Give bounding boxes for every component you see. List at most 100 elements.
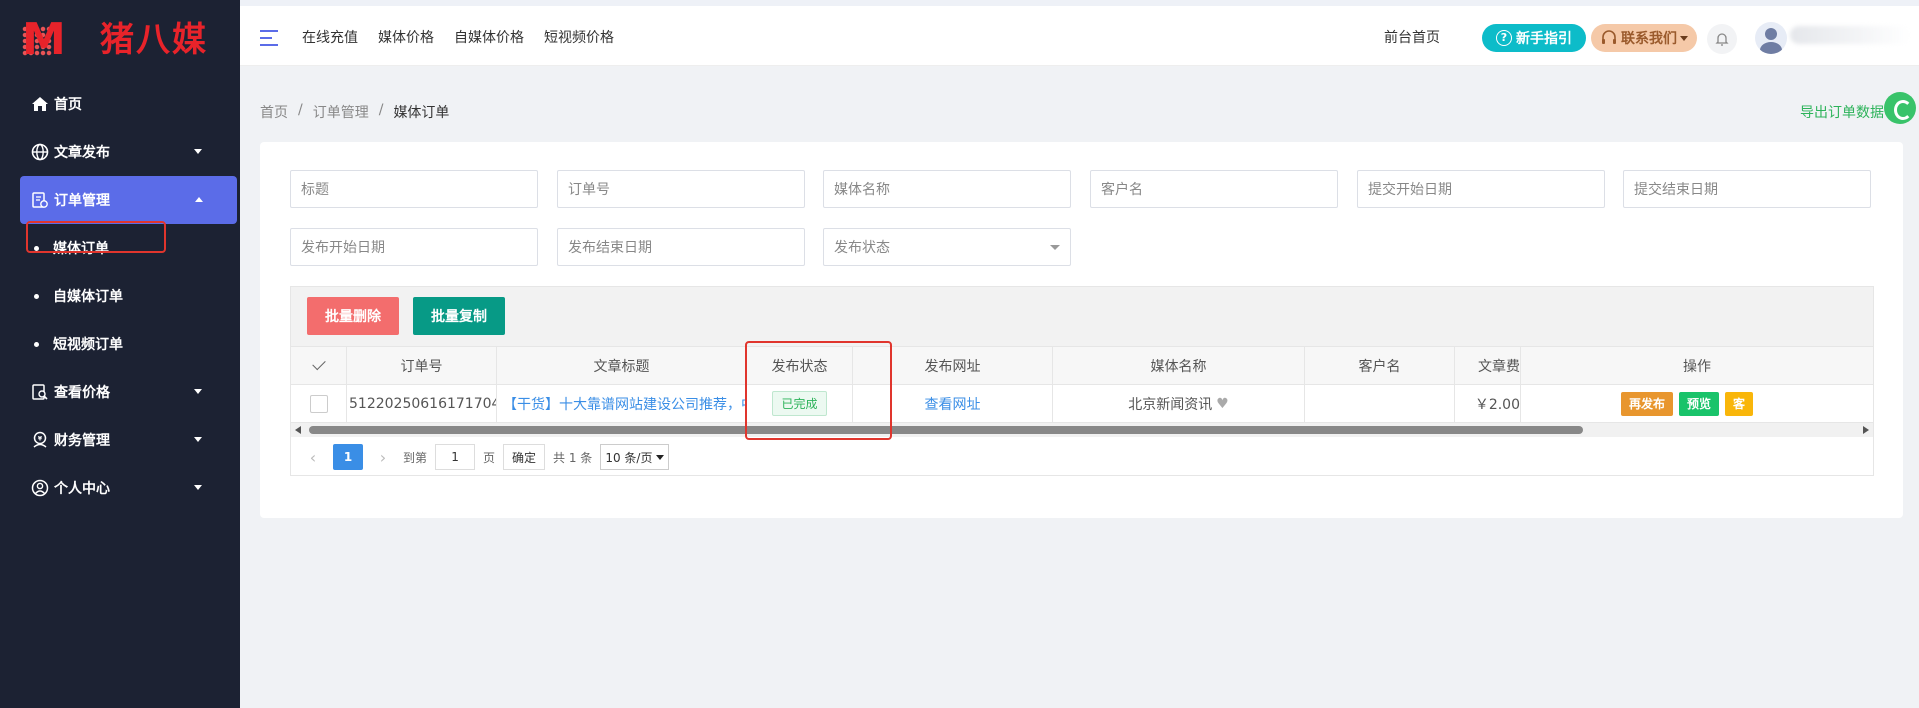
goto-page-input[interactable]: 1 bbox=[435, 444, 476, 470]
publish-start-date-input[interactable]: 发布开始日期 bbox=[290, 228, 538, 266]
title-placeholder: 标题 bbox=[301, 182, 329, 198]
top-nav: 在线充值 媒体价格 自媒体价格 短视频价格 bbox=[302, 27, 614, 47]
sidebar-item-label: 财务管理 bbox=[54, 433, 110, 449]
row-checkbox-cell bbox=[291, 385, 347, 422]
page-size-value: 10 条/页 bbox=[605, 450, 653, 465]
orders-card: 标题 订单号 媒体名称 客户名 提交开始日期 提交结束日期 发布开始日期 发布结… bbox=[260, 142, 1903, 518]
media-name-input[interactable]: 媒体名称 bbox=[823, 170, 1071, 208]
chevron-down-icon bbox=[1050, 245, 1060, 250]
media-name-text: 北京新闻资讯 bbox=[1128, 396, 1213, 413]
row-checkbox[interactable] bbox=[309, 394, 328, 413]
column-header: 客户名 bbox=[1305, 347, 1455, 384]
sidebar-item-label: 订单管理 bbox=[54, 193, 110, 209]
breadcrumb-home[interactable]: 首页 bbox=[260, 102, 288, 122]
sidebar-item-order-management[interactable]: 订单管理 bbox=[20, 176, 237, 224]
contact-button-label: 联系我们 bbox=[1621, 31, 1677, 47]
publish-start-placeholder: 发布开始日期 bbox=[301, 240, 385, 256]
preview-button[interactable]: 预览 bbox=[1679, 391, 1720, 416]
guide-button[interactable]: ? 新手指引 bbox=[1482, 24, 1586, 52]
bell-icon[interactable] bbox=[1707, 24, 1737, 54]
chevron-down-icon bbox=[194, 437, 202, 442]
order-icon bbox=[30, 190, 50, 210]
sidebar-item-view-prices[interactable]: 查看价格 bbox=[20, 368, 236, 416]
table-header: 订单号 文章标题 发布状态 发布网址 媒体名称 客户名 文章费 操作 bbox=[291, 347, 1873, 385]
table-row: 512202506161717042... 【干货】十大靠谱网站建设公司推荐，中… bbox=[291, 385, 1873, 423]
select-all-checkbox[interactable] bbox=[291, 347, 347, 384]
media-name-cell: 北京新闻资讯 ♥ bbox=[1053, 385, 1305, 422]
check-icon bbox=[311, 356, 326, 371]
article-title-link[interactable]: 【干货】十大靠谱网站建设公司推荐，中... bbox=[497, 385, 747, 422]
sidebar-item-label: 自媒体订单 bbox=[53, 289, 123, 305]
top-nav-recharge[interactable]: 在线充值 bbox=[302, 27, 358, 47]
logo-mark: M bbox=[22, 14, 66, 65]
horizontal-scrollbar[interactable] bbox=[291, 423, 1873, 437]
order-no-cell: 512202506161717042... bbox=[347, 385, 497, 422]
question-icon: ? bbox=[1496, 30, 1512, 46]
heart-icon[interactable]: ♥ bbox=[1216, 396, 1229, 412]
assistant-float-icon[interactable] bbox=[1884, 92, 1916, 124]
front-home-link[interactable]: 前台首页 bbox=[1384, 27, 1440, 47]
media-name-placeholder: 媒体名称 bbox=[834, 182, 890, 198]
contact-button[interactable]: 联系我们 bbox=[1591, 24, 1697, 52]
chevron-up-icon bbox=[195, 197, 203, 202]
batch-copy-button[interactable]: 批量复制 bbox=[413, 297, 505, 335]
scroll-left-icon[interactable] bbox=[295, 426, 301, 434]
scrollbar-thumb[interactable] bbox=[309, 426, 1583, 434]
user-icon bbox=[30, 478, 50, 498]
sidebar-subitem-short-video-orders[interactable]: 短视频订单 bbox=[20, 320, 236, 368]
column-header: 文章费 bbox=[1455, 347, 1521, 384]
top-nav-media-price[interactable]: 媒体价格 bbox=[378, 27, 434, 47]
sidebar-item-label: 首页 bbox=[54, 97, 82, 113]
sidebar-item-home[interactable]: 首页 bbox=[20, 80, 236, 128]
table-toolbar: 批量删除 批量复制 bbox=[291, 287, 1873, 347]
page-1-button[interactable]: 1 bbox=[333, 444, 363, 470]
goto-confirm-button[interactable]: 确定 bbox=[503, 444, 546, 470]
batch-delete-button[interactable]: 批量删除 bbox=[307, 297, 399, 335]
logo-text: 猪八媒 bbox=[100, 20, 208, 60]
sidebar-subitem-self-media-orders[interactable]: 自媒体订单 bbox=[20, 272, 236, 320]
page-size-select[interactable]: 10 条/页 bbox=[600, 444, 670, 470]
guide-button-label: 新手指引 bbox=[1516, 31, 1572, 47]
sidebar-item-label: 查看价格 bbox=[54, 385, 110, 401]
pagination: ‹ 1 › 到第 1 页 确定 共 1 条 10 条/页 bbox=[301, 443, 670, 471]
scroll-right-icon[interactable] bbox=[1863, 426, 1869, 434]
column-header: 订单号 bbox=[347, 347, 497, 384]
submit-end-placeholder: 提交结束日期 bbox=[1634, 182, 1718, 198]
customer-placeholder: 客户名 bbox=[1101, 182, 1143, 198]
prev-page-icon[interactable]: ‹ bbox=[301, 445, 325, 469]
logo[interactable]: M 猪八媒 bbox=[0, 0, 240, 80]
globe-icon bbox=[30, 142, 50, 162]
price-search-icon bbox=[30, 382, 50, 402]
home-icon bbox=[30, 94, 50, 114]
sidebar: M 猪八媒 首页 文章发布 订单管理 媒体订单 自媒体订单 短视频订单 查看价格… bbox=[0, 0, 240, 708]
breadcrumb-separator: / bbox=[378, 102, 384, 118]
highlight-box-status-column bbox=[745, 341, 892, 440]
publish-status-select[interactable]: 发布状态 bbox=[823, 228, 1071, 266]
top-nav-short-video-price[interactable]: 短视频价格 bbox=[544, 27, 614, 47]
sidebar-item-finance[interactable]: ¥ 财务管理 bbox=[20, 416, 236, 464]
top-header: 在线充值 媒体价格 自媒体价格 短视频价格 前台首页 ? 新手指引 联系我们 bbox=[240, 0, 1919, 66]
total-count: 共 1 条 bbox=[553, 450, 593, 465]
sidebar-item-profile[interactable]: 个人中心 bbox=[20, 464, 236, 512]
submit-start-date-input[interactable]: 提交开始日期 bbox=[1357, 170, 1605, 208]
breadcrumb-order-management[interactable]: 订单管理 bbox=[313, 102, 369, 122]
column-header: 操作 bbox=[1683, 358, 1711, 375]
submit-start-placeholder: 提交开始日期 bbox=[1368, 182, 1452, 198]
republish-button[interactable]: 再发布 bbox=[1621, 391, 1674, 416]
avatar[interactable] bbox=[1755, 22, 1787, 54]
top-nav-self-media-price[interactable]: 自媒体价格 bbox=[454, 27, 524, 47]
page-unit-label: 页 bbox=[483, 450, 496, 465]
submit-end-date-input[interactable]: 提交结束日期 bbox=[1623, 170, 1871, 208]
sidebar-item-article-publish[interactable]: 文章发布 bbox=[20, 128, 236, 176]
next-page-icon[interactable]: › bbox=[371, 445, 395, 469]
customer-input[interactable]: 客户名 bbox=[1090, 170, 1338, 208]
publish-end-date-input[interactable]: 发布结束日期 bbox=[557, 228, 805, 266]
headset-icon bbox=[1602, 30, 1616, 44]
menu-toggle-icon[interactable] bbox=[260, 30, 278, 51]
username-blurred[interactable] bbox=[1790, 26, 1910, 44]
order-no-input[interactable]: 订单号 bbox=[557, 170, 805, 208]
title-input[interactable]: 标题 bbox=[290, 170, 538, 208]
customer-button[interactable]: 客 bbox=[1725, 391, 1754, 416]
export-orders-link[interactable]: 导出订单数据 bbox=[1800, 102, 1884, 122]
publish-status-placeholder: 发布状态 bbox=[834, 240, 890, 256]
